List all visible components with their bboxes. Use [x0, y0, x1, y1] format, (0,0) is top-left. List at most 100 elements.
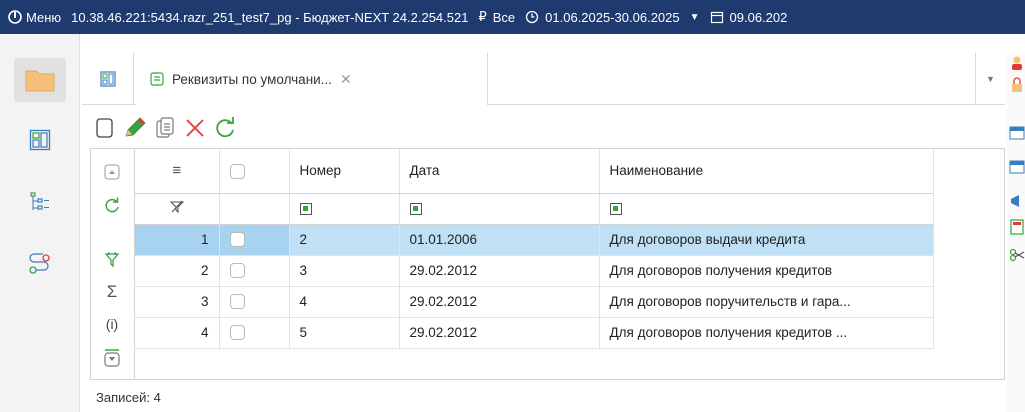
row-number: 3 — [135, 286, 220, 318]
copy-icon — [156, 117, 174, 138]
header-name[interactable]: Наименование — [599, 149, 934, 194]
row-checkbox[interactable] — [229, 263, 245, 279]
row-checkbox-cell[interactable] — [219, 317, 290, 349]
date-selector[interactable]: 09.06.202 — [710, 10, 787, 25]
cell-nomer: 3 — [288, 255, 400, 287]
tree-icon — [30, 192, 49, 210]
title-bar: Меню 10.38.46.221:5434.razr_251_test7_pg… — [0, 0, 1025, 34]
cell-nomer: 2 — [288, 224, 400, 256]
report-tool[interactable] — [1009, 219, 1025, 235]
cell-nomer: 5 — [288, 317, 400, 349]
nav-tree[interactable] — [14, 180, 66, 224]
dashboard-icon — [99, 71, 116, 87]
menu-button[interactable]: Меню — [0, 10, 61, 25]
filter-icon — [609, 203, 622, 216]
pencil-icon — [125, 117, 146, 137]
select-all-cell[interactable] — [219, 149, 290, 194]
row-number: 1 — [135, 224, 220, 256]
header-nomer[interactable]: Номер — [288, 149, 400, 194]
tab-requisites[interactable]: Реквизиты по умолчани... ✕ — [136, 53, 488, 105]
table-row[interactable]: 2 3 29.02.2012 Для договоров получения к… — [135, 255, 934, 287]
nav-folder[interactable] — [14, 58, 66, 102]
period-label: 01.06.2025-30.06.2025 — [545, 9, 680, 25]
table-row[interactable]: 4 5 29.02.2012 Для договоров получения к… — [135, 317, 934, 349]
cell-name: Для договоров получения кредитов ... — [599, 317, 934, 349]
cell-data: 29.02.2012 — [399, 286, 600, 318]
header-data[interactable]: Дата — [399, 149, 600, 194]
dashboard-icon — [29, 129, 51, 151]
toolbar — [90, 111, 240, 145]
tab-home[interactable] — [82, 53, 134, 105]
sql-tool[interactable] — [1009, 125, 1025, 141]
sql-icon — [1009, 126, 1025, 140]
sql-tool-2[interactable] — [1009, 159, 1025, 175]
totals-button[interactable]: Σ — [99, 279, 125, 305]
info-icon: (i) — [105, 316, 119, 332]
group-filter-button[interactable] — [99, 247, 125, 273]
announce-tool[interactable] — [1009, 193, 1025, 209]
tab-list-dropdown[interactable]: ▼ — [975, 53, 1005, 105]
cell-data: 01.01.2006 — [399, 224, 600, 256]
sigma-icon: Σ — [106, 282, 118, 301]
select-all-checkbox[interactable] — [229, 163, 245, 179]
row-checkbox-cell[interactable] — [219, 224, 290, 256]
refresh-icon — [105, 197, 119, 213]
user-icon — [1012, 56, 1022, 70]
new-button[interactable] — [90, 113, 120, 143]
ruble-icon: ₽ — [478, 9, 487, 24]
cell-data: 29.02.2012 — [399, 317, 600, 349]
currency-selector[interactable]: ₽ Все — [478, 9, 515, 25]
report-icon — [1010, 219, 1024, 235]
user-tool[interactable] — [1009, 55, 1025, 71]
filter-group-icon — [104, 252, 120, 268]
chevron-down-icon: ▼ — [986, 74, 995, 84]
nav-dashboard[interactable] — [14, 118, 66, 162]
table-row[interactable]: 3 4 29.02.2012 Для договоров поручительс… — [135, 286, 934, 318]
delete-button[interactable] — [180, 113, 210, 143]
chevron-up-icon — [104, 164, 120, 180]
filter-name[interactable] — [599, 193, 934, 225]
lock-icon — [1012, 77, 1022, 92]
column-menu-cell[interactable]: ≡ — [135, 149, 220, 194]
row-checkbox[interactable] — [229, 294, 245, 310]
grid-refresh-button[interactable] — [99, 193, 125, 219]
right-tool-rail — [1007, 53, 1025, 412]
clock-icon — [526, 10, 539, 24]
row-checkbox[interactable] — [229, 232, 245, 248]
close-icon[interactable]: ✕ — [340, 71, 352, 88]
data-grid: Σ (i) ≡ Номер Дата Наименование 1 2 01.0… — [90, 148, 1005, 380]
filter-icon — [409, 203, 422, 216]
refresh-button[interactable] — [210, 113, 240, 143]
copy-button[interactable] — [150, 113, 180, 143]
cell-name: Для договоров выдачи кредита — [599, 224, 934, 256]
table-row[interactable]: 1 2 01.01.2006 Для договоров выдачи кред… — [135, 224, 934, 256]
scroll-up-button[interactable] — [99, 159, 125, 185]
info-button[interactable]: (i) — [99, 311, 125, 337]
records-count: Записей: 4 — [96, 389, 161, 405]
status-footer: Записей: 4 — [90, 382, 1005, 412]
row-checkbox-cell[interactable] — [219, 255, 290, 287]
nav-route[interactable] — [14, 242, 66, 286]
period-selector[interactable]: 01.06.2025-30.06.2025 ▼ — [525, 9, 700, 25]
calendar-icon — [710, 11, 723, 24]
clear-filter-cell[interactable] — [135, 193, 220, 225]
filter-row — [135, 193, 934, 225]
sql-icon — [1009, 160, 1025, 174]
filter-cell-checkbox — [219, 193, 290, 225]
delete-icon — [186, 119, 204, 137]
cell-data: 29.02.2012 — [399, 255, 600, 287]
cut-tool[interactable] — [1009, 247, 1025, 263]
scroll-down-button[interactable] — [99, 345, 125, 371]
lock-tool[interactable] — [1009, 77, 1025, 93]
row-checkbox[interactable] — [229, 325, 245, 341]
grid-side-tools: Σ (i) — [91, 149, 135, 379]
filter-data[interactable] — [399, 193, 600, 225]
data-table: ≡ Номер Дата Наименование 1 2 01.01.2006… — [135, 149, 934, 349]
filter-nomer[interactable] — [288, 193, 400, 225]
header-row: ≡ Номер Дата Наименование — [135, 149, 934, 194]
connection-label: 10.38.46.221:5434.razr_251_test7_pg - Бю… — [71, 9, 469, 25]
row-checkbox-cell[interactable] — [219, 286, 290, 318]
edit-button[interactable] — [120, 113, 150, 143]
tab-label: Реквизиты по умолчани... — [172, 71, 332, 87]
form-icon — [150, 72, 164, 86]
